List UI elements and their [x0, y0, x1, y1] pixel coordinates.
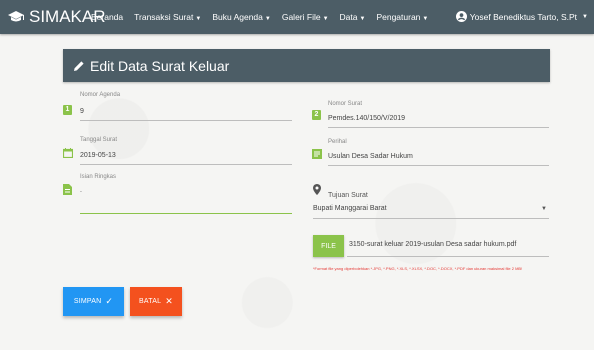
check-icon: ✓ [105, 296, 114, 306]
file-format-note: *Format file yang diperbolehkan *.JPG, *… [313, 266, 523, 271]
perihal-underline [328, 165, 549, 166]
isian-ringkas-textarea[interactable]: . [80, 187, 82, 194]
nav-item-buku-agenda[interactable]: Buku Agenda ▼ [212, 12, 271, 22]
numeric-1-box-icon: 1 [63, 105, 72, 115]
nomor-surat-label: Nomor Surat [328, 101, 363, 107]
tanggal-surat-label: Tanggal Surat [80, 137, 118, 143]
pencil-icon [73, 60, 85, 72]
save-button[interactable]: SIMPAN ✓ [63, 287, 124, 316]
graduation-cap-icon [7, 10, 25, 24]
user-name: Yosef Benediktus Tarto, S.Pt [469, 12, 578, 22]
tanggal-surat-input[interactable]: 2019-05-13 [80, 152, 116, 159]
nomor-agenda-label: Nomor Agenda [80, 92, 121, 98]
file-path-input[interactable]: 3150-surat keluar 2019-usulan Desa sadar… [349, 241, 516, 248]
isian-ringkas-underline [80, 213, 292, 214]
map-marker-icon [313, 182, 322, 195]
tujuan-surat-underline [313, 218, 549, 219]
nav-item-label: Transaksi Surat [134, 12, 194, 22]
nav-item-transaksi-surat[interactable]: Transaksi Surat ▼ [134, 12, 201, 22]
tujuan-surat-label: Tujuan Surat [328, 192, 368, 199]
subject-icon [312, 146, 322, 159]
select-caret-icon[interactable]: ▼ [541, 206, 547, 212]
cancel-button[interactable]: BATAL ✕ [130, 287, 182, 316]
caret-down-icon: ▼ [195, 16, 202, 22]
form-title: Edit Data Surat Keluar [90, 57, 230, 74]
nomor-agenda-input[interactable]: 9 [80, 108, 84, 115]
nav-item-label: Beranda [91, 12, 124, 22]
tanggal-surat-underline [80, 164, 292, 165]
caret-down-icon: ▼ [422, 16, 429, 22]
nav-item-label: Pengaturan [376, 12, 421, 22]
nav-item-label: Data [339, 12, 358, 22]
cancel-button-label: BATAL [139, 298, 162, 305]
user-menu[interactable]: Yosef Benediktus Tarto, S.Pt ▼ [455, 0, 588, 34]
nav-item-data[interactable]: Data ▼ [340, 12, 366, 22]
calendar-icon [62, 145, 74, 159]
perihal-label: Perihal [328, 139, 347, 145]
close-icon: ✕ [165, 296, 173, 306]
top-navbar: SIMAKAR Beranda Transaksi Surat ▼ Buku Ag… [0, 0, 594, 34]
save-button-label: SIMPAN [73, 298, 102, 305]
caret-down-icon: ▼ [359, 16, 366, 22]
isian-ringkas-label: Isian Ringkas [80, 174, 117, 180]
file-document-icon [63, 182, 72, 195]
nav-item-label: Galeri File [281, 12, 321, 22]
nav-item-pengaturan[interactable]: Pengaturan ▼ [376, 12, 428, 22]
caret-down-icon: ▼ [582, 14, 588, 20]
file-button-label: FILE [321, 242, 336, 250]
nav-item-label: Buku Agenda [212, 12, 263, 22]
numeric-2-box-icon: 2 [312, 110, 321, 120]
nav-item-galeri-file[interactable]: Galeri File ▼ [282, 12, 329, 22]
caret-down-icon: ▼ [264, 16, 271, 22]
tujuan-surat-select[interactable]: Bupati Manggarai Barat [313, 205, 387, 212]
nav-item-beranda[interactable]: Beranda [91, 12, 123, 22]
nomor-surat-underline [328, 127, 549, 128]
form-header: Edit Data Surat Keluar [63, 49, 550, 82]
nomor-surat-input[interactable]: Pemdes.140/150/V/2019 [328, 115, 405, 122]
perihal-input[interactable]: Usulan Desa Sadar Hukum [328, 153, 413, 160]
main-menu: Beranda Transaksi Surat ▼ Buku Agenda ▼ Ga… [91, 0, 439, 34]
file-path-underline [347, 256, 549, 257]
nomor-agenda-underline [80, 120, 292, 121]
caret-down-icon: ▼ [322, 16, 329, 22]
file-upload-button[interactable]: FILE [313, 235, 344, 257]
account-circle-icon [455, 10, 467, 24]
